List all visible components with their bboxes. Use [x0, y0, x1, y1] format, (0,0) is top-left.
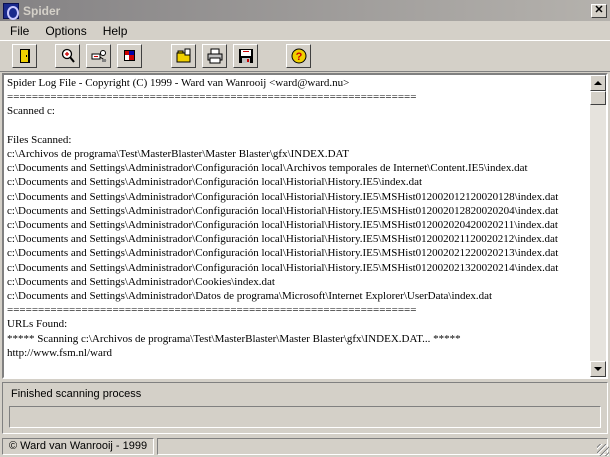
floppy-icon	[238, 49, 253, 63]
menu-bar: File Options Help	[0, 21, 610, 40]
print-button[interactable]	[202, 44, 227, 68]
log-line: c:\Documents and Settings\Administrador\…	[7, 247, 559, 260]
magnifier-icon	[61, 48, 75, 63]
help-button[interactable]: ?	[286, 44, 311, 68]
copyright-panel: © Ward van Wanrooij - 1999	[2, 438, 154, 455]
log-line: c:\Documents and Settings\Administrador\…	[7, 290, 493, 303]
log-line: c:\Documents and Settings\Administrador\…	[7, 275, 275, 288]
title-bar: Spider ✕	[0, 0, 610, 21]
toolbar: ?	[0, 40, 610, 72]
log-line: URLs Found:	[7, 318, 68, 331]
save-button[interactable]	[233, 44, 258, 68]
stop-button[interactable]	[117, 44, 142, 68]
log-line: Scanned c:	[7, 105, 55, 118]
log-line: http://www.fsm.nl/ward	[7, 346, 112, 359]
status-bar: © Ward van Wanrooij - 1999	[0, 437, 610, 457]
door-icon	[19, 49, 30, 63]
log-line: ========================================…	[7, 304, 417, 317]
spider-app-icon[interactable]	[3, 2, 19, 20]
window-title: Spider	[23, 3, 61, 18]
status-bar-panel	[157, 438, 608, 455]
printer-icon	[207, 48, 222, 64]
status-message: Finished scanning process	[11, 388, 142, 400]
menu-file[interactable]: File	[2, 24, 37, 38]
help-icon: ?	[291, 48, 306, 64]
log-line: c:\Documents and Settings\Administrador\…	[7, 162, 528, 175]
log-line: Spider Log File - Copyright (C) 1999 - W…	[7, 77, 350, 89]
arrow-up-icon	[594, 81, 602, 85]
menu-options[interactable]: Options	[37, 24, 94, 38]
log-line: c:\Documents and Settings\Administrador\…	[7, 233, 558, 246]
resize-grip[interactable]	[597, 444, 609, 456]
scan-button[interactable]	[55, 44, 80, 68]
log-text[interactable]: Spider Log File - Copyright (C) 1999 - W…	[4, 75, 590, 377]
log-line: ========================================…	[7, 91, 417, 104]
scroll-up-button[interactable]	[590, 75, 606, 91]
arrow-down-icon	[594, 367, 602, 371]
menu-help[interactable]: Help	[95, 24, 136, 38]
scroll-down-button[interactable]	[590, 361, 606, 377]
log-line: c:\Documents and Settings\Administrador\…	[7, 219, 558, 232]
svg-text:?: ?	[295, 51, 302, 63]
close-button[interactable]: ✕	[591, 3, 607, 18]
vertical-scrollbar[interactable]	[590, 75, 606, 377]
log-line: c:\Documents and Settings\Administrador\…	[7, 190, 559, 203]
log-line: c:\Archivos de programa\Test\MasterBlast…	[7, 148, 349, 161]
log-view[interactable]: Spider Log File - Copyright (C) 1999 - W…	[2, 73, 608, 379]
network-scan-button[interactable]	[86, 44, 111, 68]
network-icon	[91, 50, 106, 62]
log-line: c:\Documents and Settings\Administrador\…	[7, 176, 423, 189]
open-log-button[interactable]	[12, 44, 37, 68]
scroll-thumb[interactable]	[590, 91, 606, 105]
log-line: Files Scanned:	[7, 133, 72, 146]
folder-icon	[176, 48, 190, 63]
progress-bar	[9, 406, 601, 428]
log-line: ***** Scanning c:\Archivos de programa\T…	[7, 332, 461, 345]
save-log-button[interactable]	[171, 44, 196, 68]
stop-icon	[123, 50, 135, 61]
log-line: c:\Documents and Settings\Administrador\…	[7, 204, 559, 217]
status-panel: Finished scanning process	[2, 382, 608, 434]
log-line: c:\Documents and Settings\Administrador\…	[7, 261, 559, 274]
